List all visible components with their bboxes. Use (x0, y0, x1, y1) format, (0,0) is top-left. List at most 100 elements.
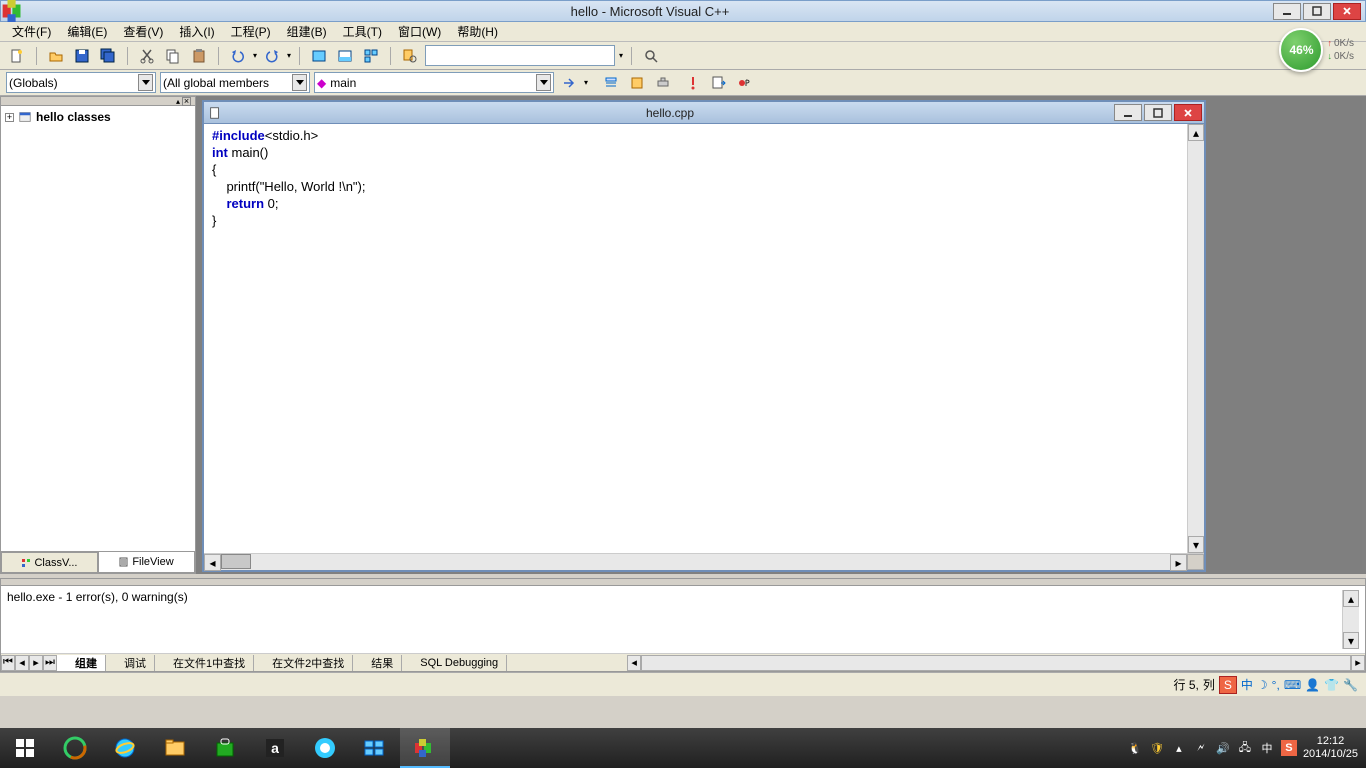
doc-close-button[interactable] (1174, 104, 1202, 121)
doc-maximize-button[interactable] (1144, 104, 1172, 121)
task-ie-icon[interactable] (100, 728, 150, 768)
fileview-tab[interactable]: FileView (98, 552, 195, 573)
workspace-button[interactable] (308, 45, 330, 67)
ime-comma-icon[interactable]: °, (1272, 678, 1280, 692)
scroll-up-button[interactable]: ▴ (1188, 124, 1204, 141)
stop-build-button[interactable] (652, 72, 674, 94)
output-hscroll-right[interactable]: ▸ (1351, 655, 1365, 671)
undo-button[interactable] (227, 45, 249, 67)
output-tab-last[interactable]: ⏭ (43, 655, 57, 671)
tray-volume-icon[interactable]: 🔊 (1215, 740, 1231, 756)
ime-shirt-icon[interactable]: 👕 (1324, 678, 1339, 692)
scroll-down-button[interactable]: ▾ (1188, 536, 1204, 553)
output-hscroll-left[interactable]: ◂ (627, 655, 641, 671)
tray-clock[interactable]: 12:12 2014/10/25 (1303, 735, 1358, 761)
menu-view[interactable]: 查看(V) (117, 21, 169, 42)
ime-person-icon[interactable]: 👤 (1305, 678, 1320, 692)
maximize-button[interactable] (1303, 3, 1331, 20)
menu-file[interactable]: 文件(F) (6, 21, 57, 42)
find-button[interactable] (640, 45, 662, 67)
expand-icon[interactable]: + (5, 113, 14, 122)
output-tab-build[interactable]: 组建 (57, 655, 106, 671)
open-button[interactable] (45, 45, 67, 67)
tray-shield-icon[interactable]: 🛡 (1149, 740, 1165, 756)
doc-minimize-button[interactable] (1114, 104, 1142, 121)
classview-tab[interactable]: ClassV... (1, 552, 98, 573)
function-combo[interactable]: ◆ main (314, 72, 554, 93)
copy-button[interactable] (162, 45, 184, 67)
find-input[interactable] (425, 45, 615, 66)
output-button[interactable] (334, 45, 356, 67)
ime-sogou-icon[interactable]: S (1219, 676, 1237, 694)
menu-help[interactable]: 帮助(H) (451, 21, 504, 42)
output-tab-find2[interactable]: 在文件2中查找 (254, 655, 353, 671)
statusbar: 行 5, 列 S 中 ☽ °, ⌨ 👤 👕 🔧 (0, 672, 1366, 696)
cut-button[interactable] (136, 45, 158, 67)
tray-battery-icon[interactable]: 🗲 (1193, 740, 1209, 756)
window-list-button[interactable] (360, 45, 382, 67)
compile-button[interactable] (600, 72, 622, 94)
menu-build[interactable]: 组建(B) (281, 21, 333, 42)
task-360-icon[interactable] (50, 728, 100, 768)
task-store-icon[interactable] (200, 728, 250, 768)
new-file-button[interactable] (6, 45, 28, 67)
mdi-background (1206, 100, 1362, 570)
tray-network-icon[interactable]: 🖧 (1237, 740, 1253, 756)
editor-titlebar[interactable]: hello.cpp (204, 102, 1204, 124)
output-tab-first[interactable]: ⏮ (1, 655, 15, 671)
menu-project[interactable]: 工程(P) (225, 21, 277, 42)
vertical-scrollbar[interactable]: ▴ ▾ (1187, 124, 1204, 553)
ime-keyboard-icon[interactable]: ⌨ (1284, 678, 1301, 692)
output-tab-prev[interactable]: ◂ (15, 655, 29, 671)
goto-button[interactable] (558, 72, 580, 94)
output-tab-find1[interactable]: 在文件1中查找 (155, 655, 254, 671)
scroll-right-button[interactable]: ▸ (1170, 554, 1187, 571)
hscroll-thumb[interactable] (221, 554, 251, 569)
ime-moon-icon[interactable]: ☽ (1257, 678, 1268, 692)
output-vscroll[interactable]: ▴▾ (1342, 590, 1359, 649)
menu-insert[interactable]: 插入(I) (173, 21, 220, 42)
menu-window[interactable]: 窗口(W) (392, 21, 447, 42)
output-text[interactable]: hello.exe - 1 error(s), 0 warning(s) (7, 590, 1342, 649)
scroll-left-button[interactable]: ◂ (204, 554, 221, 571)
task-taskview-icon[interactable] (350, 728, 400, 768)
menu-edit[interactable]: 编辑(E) (61, 21, 113, 42)
output-tab-next[interactable]: ▸ (29, 655, 43, 671)
tray-sogou-icon[interactable]: S (1281, 740, 1297, 756)
task-explorer-icon[interactable] (150, 728, 200, 768)
task-amazon-icon[interactable]: a (250, 728, 300, 768)
tray-up-icon[interactable]: ▴ (1171, 740, 1187, 756)
execute-button[interactable] (682, 72, 704, 94)
task-browser-icon[interactable] (300, 728, 350, 768)
network-widget[interactable]: 46% 0K/s 0K/s (1279, 28, 1354, 72)
system-tray: 🐧 🛡 ▴ 🗲 🔊 🖧 中 S 12:12 2014/10/25 (1127, 735, 1366, 761)
code-editor[interactable]: #include<stdio.h> int main() { printf("H… (204, 124, 1187, 553)
output-grip[interactable] (1, 579, 1365, 586)
go-button[interactable] (708, 72, 730, 94)
class-tree[interactable]: + hello classes (1, 106, 195, 551)
output-tab-sql[interactable]: SQL Debugging (402, 655, 507, 671)
close-button[interactable] (1333, 3, 1361, 20)
ime-cn[interactable]: 中 (1241, 676, 1253, 693)
find-in-files-button[interactable] (399, 45, 421, 67)
breakpoint-button[interactable] (734, 72, 756, 94)
start-button[interactable] (0, 728, 50, 768)
output-tab-debug[interactable]: 调试 (106, 655, 155, 671)
paste-button[interactable] (188, 45, 210, 67)
menu-tools[interactable]: 工具(T) (337, 21, 388, 42)
horizontal-scrollbar[interactable]: ◂ ▸ (204, 553, 1204, 570)
tray-ime-cn[interactable]: 中 (1259, 740, 1275, 756)
scope-combo[interactable]: (Globals) (6, 72, 156, 93)
redo-button[interactable] (261, 45, 283, 67)
sidebar-grip[interactable]: ▴× (1, 97, 195, 106)
save-all-button[interactable] (97, 45, 119, 67)
output-tab-results[interactable]: 结果 (353, 655, 402, 671)
tree-root-row[interactable]: + hello classes (5, 110, 191, 124)
ime-wrench-icon[interactable]: 🔧 (1343, 678, 1358, 692)
members-combo[interactable]: (All global members (160, 72, 310, 93)
tray-qq-icon[interactable]: 🐧 (1127, 740, 1143, 756)
task-vc-icon[interactable] (400, 728, 450, 768)
save-button[interactable] (71, 45, 93, 67)
minimize-button[interactable] (1273, 3, 1301, 20)
build-button[interactable] (626, 72, 648, 94)
